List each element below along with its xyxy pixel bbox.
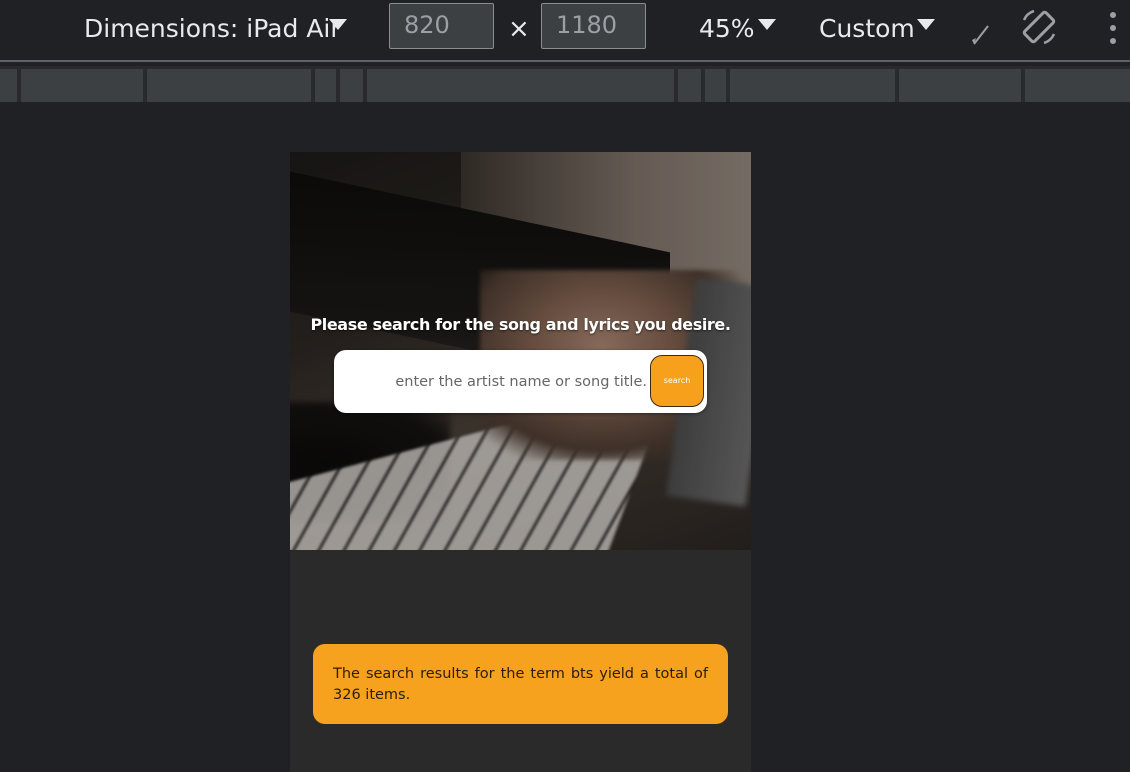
rotate-icon[interactable] [1018,6,1060,48]
media-query-segment[interactable] [367,69,674,102]
media-query-segment[interactable] [705,69,726,102]
media-query-segment[interactable] [315,69,336,102]
search-button[interactable]: search [650,355,704,407]
media-query-bar [0,66,1130,102]
media-query-segment[interactable] [678,69,701,102]
search-input[interactable] [334,350,647,413]
pen-icon[interactable] [968,14,994,48]
media-query-segment[interactable] [730,69,895,102]
hero-section: Please search for the song and lyrics yo… [290,152,751,550]
throttle-chevron-down-icon[interactable] [917,19,935,30]
media-query-segment[interactable] [340,69,363,102]
zoom-dropdown-label[interactable]: 45% [699,0,755,58]
search-results-summary: The search results for the term bts yiel… [313,644,728,724]
hero-title: Please search for the song and lyrics yo… [310,315,731,334]
media-query-segment[interactable] [21,69,143,102]
width-input[interactable]: 820 [389,3,494,49]
dimensions-chevron-down-icon[interactable] [329,19,347,30]
search-form: search [334,350,707,413]
media-query-segment[interactable] [1025,69,1130,102]
dimensions-dropdown-label[interactable]: Dimensions: iPad Air [84,0,341,58]
device-toolbar: Dimensions: iPad Air 820 × 1180 45% Cust… [0,0,1130,62]
media-query-segment[interactable] [899,69,1021,102]
device-frame: Please search for the song and lyrics yo… [290,152,751,772]
zoom-chevron-down-icon[interactable] [758,19,776,30]
throttle-dropdown-label[interactable]: Custom [819,0,915,58]
more-options-icon[interactable] [1106,10,1120,46]
times-symbol: × [508,14,530,44]
height-input[interactable]: 1180 [541,3,646,49]
media-query-segment[interactable] [0,69,17,102]
media-query-segment[interactable] [147,69,311,102]
